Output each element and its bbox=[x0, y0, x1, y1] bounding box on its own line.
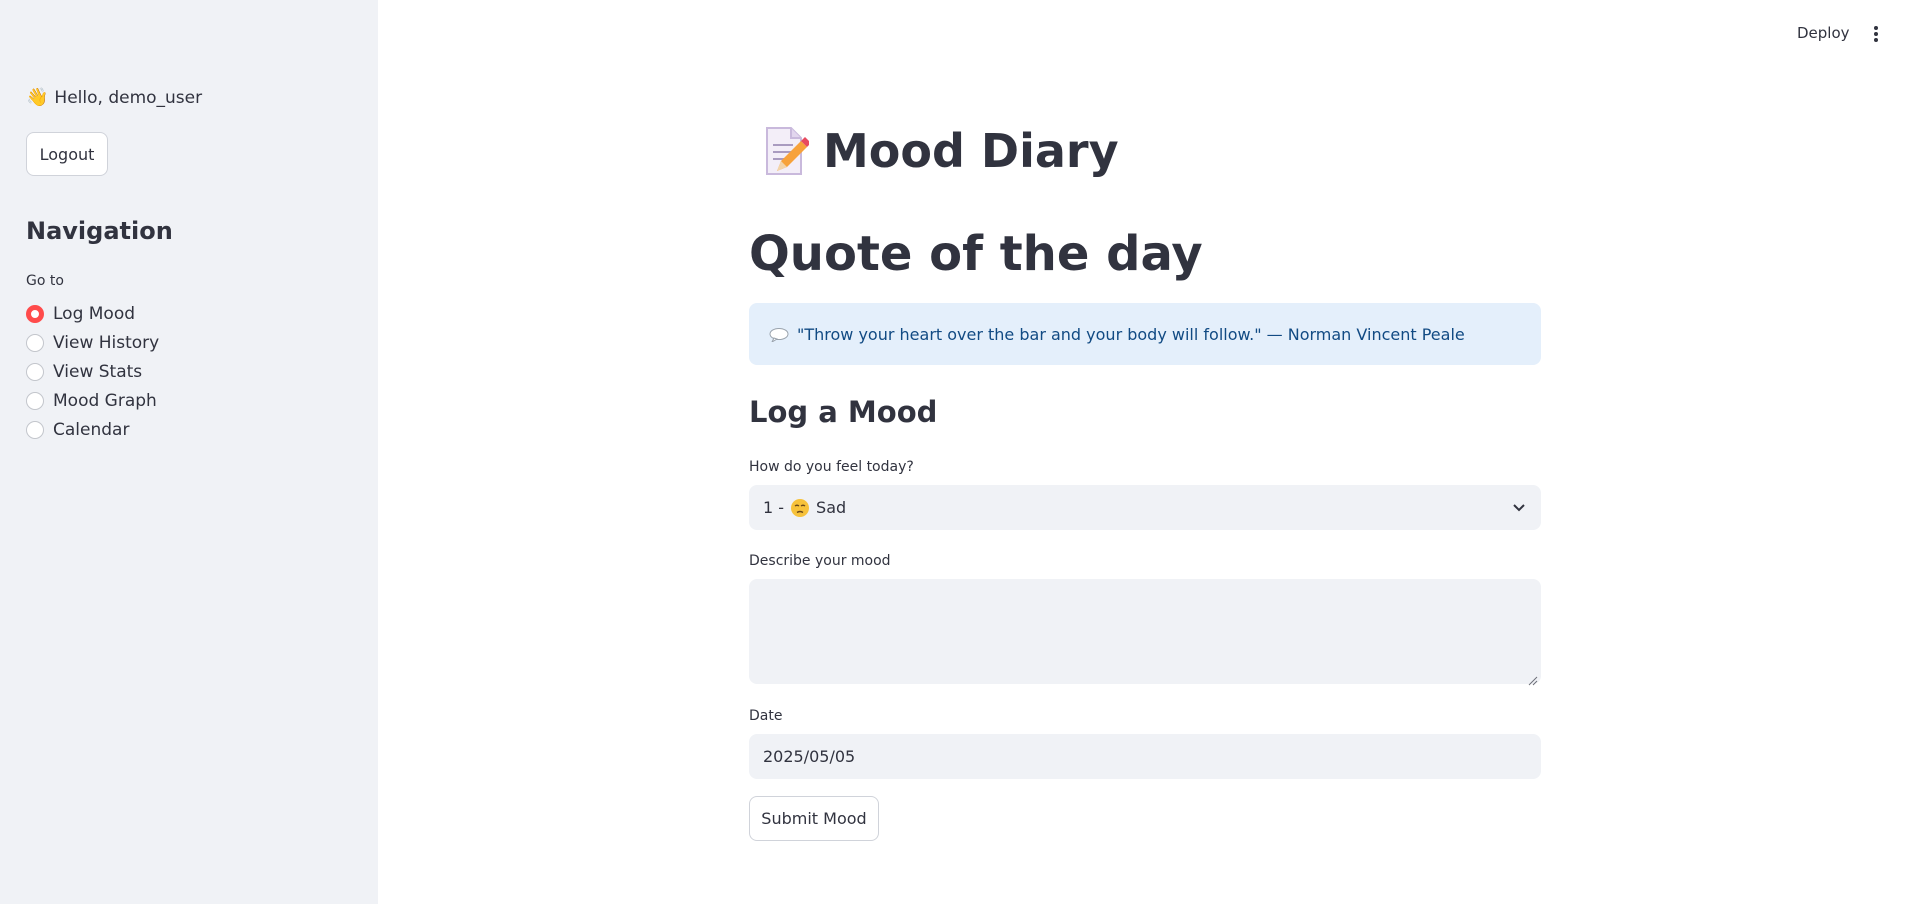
submit-mood-button[interactable]: Submit Mood bbox=[749, 796, 879, 841]
deploy-button[interactable]: Deploy bbox=[1797, 24, 1850, 42]
page-title: Mood Diary bbox=[761, 124, 1119, 178]
log-mood-heading: Log a Mood bbox=[749, 395, 938, 429]
date-label: Date bbox=[749, 708, 783, 724]
waving-hand-icon: 👋 bbox=[26, 87, 49, 108]
nav-radio-label: Log Mood bbox=[53, 303, 136, 324]
speech-balloon-icon bbox=[769, 327, 789, 344]
nav-radio-label: Mood Graph bbox=[53, 390, 157, 411]
nav-radio-view-history[interactable]: View History bbox=[26, 328, 159, 357]
quote-heading: Quote of the day bbox=[749, 226, 1203, 282]
describe-mood-textarea[interactable] bbox=[749, 579, 1541, 684]
mood-value-prefix: 1 - bbox=[763, 498, 785, 517]
greeting: 👋 Hello, demo_user bbox=[26, 87, 202, 108]
nav-radio-calendar[interactable]: Calendar bbox=[26, 415, 159, 444]
nav-radio-label: Calendar bbox=[53, 419, 130, 440]
nav-radio-log-mood[interactable]: Log Mood bbox=[26, 299, 159, 328]
memo-icon bbox=[761, 125, 811, 177]
nav-radio-label: View History bbox=[53, 332, 160, 353]
greeting-text: Hello, demo_user bbox=[54, 87, 203, 108]
nav-radio-view-stats[interactable]: View Stats bbox=[26, 357, 159, 386]
goto-label: Go to bbox=[26, 273, 64, 289]
resize-handle-icon[interactable] bbox=[1528, 671, 1538, 686]
mood-select-label: How do you feel today? bbox=[749, 459, 914, 475]
radio-unselected-icon[interactable] bbox=[26, 420, 44, 439]
date-input[interactable] bbox=[749, 734, 1541, 779]
nav-radio-mood-graph[interactable]: Mood Graph bbox=[26, 386, 159, 415]
radio-unselected-icon[interactable] bbox=[26, 362, 44, 381]
chevron-down-icon bbox=[1511, 499, 1527, 515]
sidebar: 👋 Hello, demo_user Logout Navigation Go … bbox=[0, 0, 378, 904]
kebab-menu-icon[interactable] bbox=[1868, 24, 1884, 44]
quote-text: "Throw your heart over the bar and your … bbox=[797, 324, 1465, 344]
sad-face-icon bbox=[790, 498, 810, 518]
logout-button[interactable]: Logout bbox=[26, 132, 108, 176]
radio-selected-icon[interactable] bbox=[26, 304, 44, 323]
radio-unselected-icon[interactable] bbox=[26, 391, 44, 410]
mood-value-text: Sad bbox=[816, 498, 847, 517]
navigation-title: Navigation bbox=[26, 217, 173, 245]
radio-unselected-icon[interactable] bbox=[26, 333, 44, 352]
quote-info-box: "Throw your heart over the bar and your … bbox=[749, 303, 1541, 365]
navigation-radio-group: Log Mood View History View Stats Mood Gr… bbox=[26, 299, 159, 444]
page-title-text: Mood Diary bbox=[823, 124, 1119, 178]
nav-radio-label: View Stats bbox=[53, 361, 143, 382]
mood-select[interactable]: 1 - Sad bbox=[749, 485, 1541, 530]
describe-mood-label: Describe your mood bbox=[749, 553, 891, 569]
